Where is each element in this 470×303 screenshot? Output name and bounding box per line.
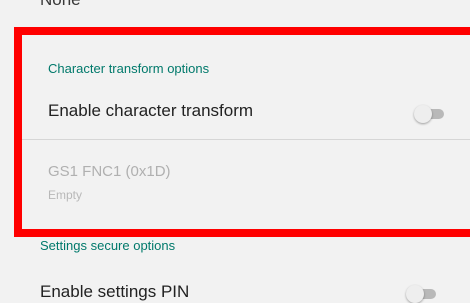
section-title-character-transform: Character transform options — [48, 61, 210, 76]
enable-settings-pin-toggle[interactable] — [406, 285, 436, 303]
enable-settings-pin-label: Enable settings PIN — [40, 282, 190, 301]
enable-character-transform-toggle[interactable] — [414, 105, 444, 123]
gs1-fnc1-title: GS1 FNC1 (0x1D) — [48, 163, 171, 180]
highlighted-section: Character transform options Enable chara… — [14, 27, 470, 237]
divider — [22, 139, 470, 140]
section-title-settings-secure: Settings secure options — [40, 238, 176, 253]
toggle-thumb — [406, 285, 424, 303]
gs1-fnc1-value: Empty — [48, 188, 83, 202]
toggle-thumb — [414, 105, 432, 123]
previous-setting-value: None — [40, 0, 81, 10]
enable-character-transform-label: Enable character transform — [48, 101, 254, 120]
